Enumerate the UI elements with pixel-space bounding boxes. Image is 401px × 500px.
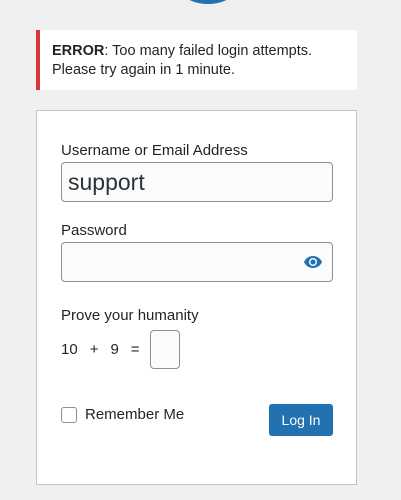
captcha-question: 10 + 9 = <box>61 329 180 369</box>
site-logo[interactable] <box>0 0 401 10</box>
login-form: Username or Email Address Password Prove… <box>36 110 357 485</box>
captcha-operand-b: 9 <box>110 340 119 358</box>
captcha-answer-input[interactable] <box>149 329 180 369</box>
login-button[interactable]: Log In <box>269 404 333 436</box>
captcha-label: Prove your humanity <box>61 307 199 324</box>
username-input[interactable] <box>61 162 333 202</box>
password-input[interactable] <box>61 242 333 282</box>
wordpress-logo-icon <box>163 0 253 4</box>
remember-me[interactable]: Remember Me <box>61 406 184 423</box>
remember-me-checkbox[interactable] <box>61 406 77 423</box>
eye-icon <box>304 256 322 268</box>
login-error-notice: ERROR: Too many failed login attempts. P… <box>36 30 357 90</box>
captcha-operand-a: 10 <box>61 340 78 358</box>
username-label: Username or Email Address <box>61 142 248 159</box>
password-label: Password <box>61 222 127 239</box>
show-password-button[interactable] <box>299 248 327 276</box>
captcha-operator: + <box>89 340 99 358</box>
error-label: ERROR <box>52 43 105 59</box>
remember-me-label[interactable]: Remember Me <box>85 406 184 423</box>
captcha-equals: = <box>130 340 140 358</box>
